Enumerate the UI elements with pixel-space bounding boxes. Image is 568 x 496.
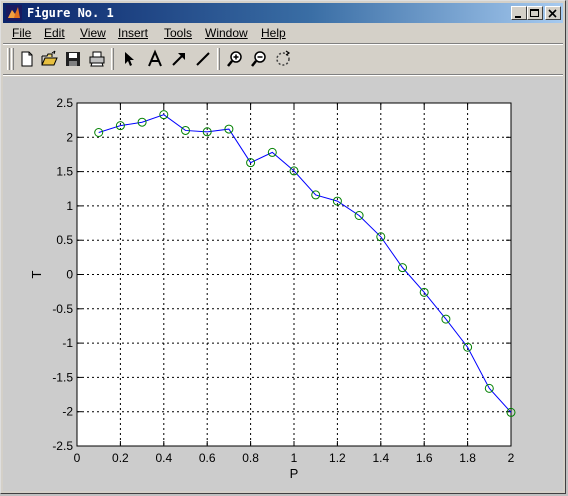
minimize-icon (515, 16, 521, 18)
new-file-icon[interactable] (17, 49, 37, 69)
menu-insert[interactable]: Insert (118, 26, 148, 40)
x-tick-label: 0 (74, 451, 81, 465)
menu-insert-label: Insert (118, 26, 149, 40)
select-arrow-icon[interactable] (119, 49, 139, 69)
plot-svg: 0 0.2 0.4 0.6 0.8 1 1.2 1.4 1.6 1.8 2 -2.5 -2 -1.5 -1 -… (29, 96, 516, 481)
insert-arrow-icon[interactable] (169, 49, 189, 69)
menu-help[interactable]: Help (261, 26, 286, 40)
menu-tools[interactable]: Tools (164, 26, 192, 40)
x-tick-label: 1.8 (459, 451, 476, 465)
toolbar-separator (111, 48, 114, 70)
window-title: Figure No. 1 (27, 6, 114, 20)
y-axis-label: T (29, 270, 44, 278)
y-tick-label: 0.5 (56, 233, 73, 247)
title-bar[interactable]: Figure No. 1 (3, 3, 563, 23)
toolbar (3, 45, 563, 73)
menu-view-label: View (80, 26, 106, 40)
open-folder-icon[interactable] (39, 49, 59, 69)
toolbar-grip[interactable] (7, 48, 10, 70)
insert-line-icon[interactable] (193, 49, 213, 69)
y-tick-label: -2 (62, 405, 73, 419)
insert-text-icon[interactable] (145, 49, 165, 69)
x-axis-label: P (290, 466, 299, 481)
figure-canvas: 0 0.2 0.4 0.6 0.8 1 1.2 1.4 1.6 1.8 2 -2.5 -2 -1.5 -1 -… (3, 77, 563, 491)
close-icon (548, 9, 557, 18)
y-tick-label: 1 (66, 199, 73, 213)
save-icon[interactable] (63, 49, 83, 69)
menu-tools-label: Tools (164, 26, 193, 40)
maximize-button[interactable] (527, 6, 543, 20)
maximize-icon (530, 9, 539, 17)
x-tick-label: 0.8 (242, 451, 259, 465)
x-tick-label: 1.4 (372, 451, 389, 465)
x-tick-label: 0.6 (199, 451, 216, 465)
print-icon[interactable] (87, 49, 107, 69)
x-tick-label: 0.2 (112, 451, 129, 465)
y-tick-label: 1.5 (56, 165, 73, 179)
menu-file[interactable]: File (12, 26, 31, 40)
figure-window: Figure No. 1 File Edit View Insert Tools… (0, 0, 566, 494)
menu-window-label: Window (205, 26, 248, 40)
menu-file-label: File (12, 26, 32, 40)
menu-view[interactable]: View (80, 26, 106, 40)
zoom-out-icon[interactable] (249, 49, 269, 69)
y-tick-label: -0.5 (52, 302, 73, 316)
close-button[interactable] (545, 6, 561, 20)
menu-edit-label: Edit (44, 26, 65, 40)
x-tick-label: 0.4 (155, 451, 172, 465)
x-tick-label: 1 (291, 451, 298, 465)
minimize-button[interactable] (511, 6, 527, 20)
toolbar-grip[interactable] (11, 48, 14, 70)
x-tick-label: 1.6 (416, 451, 433, 465)
y-tick-label: 2 (66, 130, 73, 144)
y-tick-label: -1.5 (52, 370, 73, 384)
toolbar-separator (217, 48, 220, 70)
menu-help-label: Help (261, 26, 286, 40)
menu-edit[interactable]: Edit (44, 26, 65, 40)
menu-bar: File Edit View Insert Tools Window Help (3, 24, 563, 43)
rotate-icon[interactable] (273, 49, 293, 69)
menu-window[interactable]: Window (205, 26, 248, 40)
zoom-in-icon[interactable] (225, 49, 245, 69)
y-tick-label: 0 (66, 268, 73, 282)
toolbar-separator-line (3, 74, 563, 76)
x-tick-label: 1.2 (329, 451, 346, 465)
y-tick-label: -2.5 (52, 439, 73, 453)
y-tick-label: 2.5 (56, 96, 73, 110)
matlab-logo-icon (6, 5, 22, 21)
y-tick-label: -1 (62, 336, 73, 350)
x-tick-label: 2 (508, 451, 515, 465)
